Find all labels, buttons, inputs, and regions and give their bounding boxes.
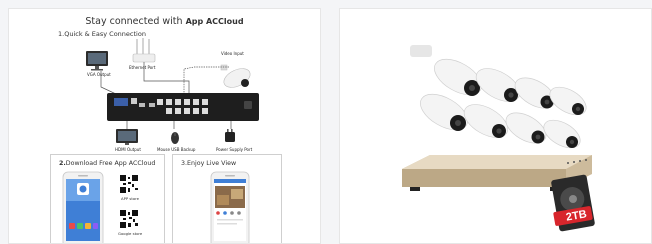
bullet-camera-icon <box>549 86 587 116</box>
hard-drive-icon <box>551 174 595 232</box>
google-store-label: Google store <box>118 231 143 236</box>
step3-panel: 3.Enjoy Live View <box>172 154 282 243</box>
camera-icon <box>220 64 251 88</box>
bullet-camera-icon <box>543 119 581 149</box>
product-kit-card: 2TB <box>339 8 652 244</box>
app-store-label: APP store <box>121 196 139 201</box>
bullet-camera-icon <box>410 45 482 96</box>
vga-monitor-icon <box>86 51 108 71</box>
live-view-illustration <box>210 171 250 243</box>
nvr-recorder-icon <box>107 93 259 121</box>
connection-guide-card: Stay connected with App ACCloud 1.Quick … <box>8 8 321 244</box>
bullet-camera-icon <box>463 104 509 138</box>
page: Stay connected with App ACCloud 1.Quick … <box>0 0 652 244</box>
step2-panel: 2.Download Free App ACCloud APP store Go… <box>50 154 165 243</box>
mouse-icon <box>171 132 179 144</box>
router-icon <box>132 38 156 63</box>
qr-code-google-store-icon <box>119 209 139 229</box>
phone-live-view-icon <box>210 171 250 243</box>
phone-icon <box>62 171 104 243</box>
ethernet-port-label: Ethernet Port <box>129 65 156 70</box>
vga-output-label: VGA Output <box>87 72 111 77</box>
connection-diagram <box>86 38 259 145</box>
phone-app-illustration <box>62 171 139 243</box>
video-input-label: Video Input <box>221 51 244 56</box>
hdmi-monitor-icon <box>116 129 138 145</box>
hdmi-output-label: HDMI Output <box>115 147 141 152</box>
power-plug-icon <box>225 129 235 142</box>
mouse-usb-backup-label: Mouse USB Backup <box>157 147 196 152</box>
product-kit-image <box>402 45 595 232</box>
power-supply-port-label: Power Supply Port <box>216 147 253 152</box>
qr-code-app-store-icon <box>119 174 139 194</box>
